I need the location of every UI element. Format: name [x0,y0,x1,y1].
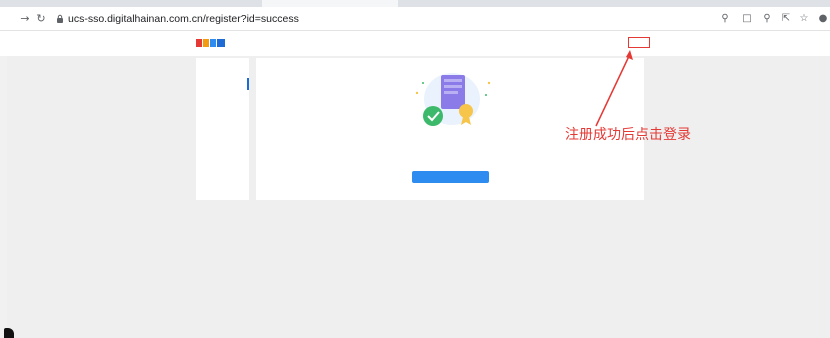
back-icon[interactable]: → [18,12,32,26]
site-header [0,31,830,56]
check-circle-icon [423,106,443,126]
profile-icon[interactable]: ● [816,12,830,26]
browser-address-bar: → ↻ ucs-sso.digitalhainan.com.cn/registe… [0,7,830,31]
translate-icon[interactable]: □ [740,12,754,26]
zoom-icon[interactable]: ⚲ [760,12,774,26]
register-type-sidebar [196,58,249,200]
go-login-button[interactable] [412,171,489,183]
reload-icon[interactable]: ↻ [34,12,48,26]
lock-icon[interactable] [56,14,64,24]
cursor-shape [4,328,14,338]
sidebar-item-personal[interactable] [196,63,249,75]
url-text[interactable]: ucs-sso.digitalhainan.com.cn/register?id… [68,13,299,25]
annotation-text: 注册成功后点击登录 [565,127,691,143]
browser-tab-strip [0,0,830,7]
share-icon[interactable]: ⇱ [779,12,793,26]
success-illustration [415,73,491,126]
browser-tab[interactable] [262,0,398,7]
annotation-arrow [595,50,633,127]
site-logo[interactable] [196,37,226,49]
star-icon[interactable]: ☆ [797,12,811,26]
key-icon[interactable]: ⚲ [718,12,732,26]
sidebar-item-corporate[interactable] [196,78,249,90]
